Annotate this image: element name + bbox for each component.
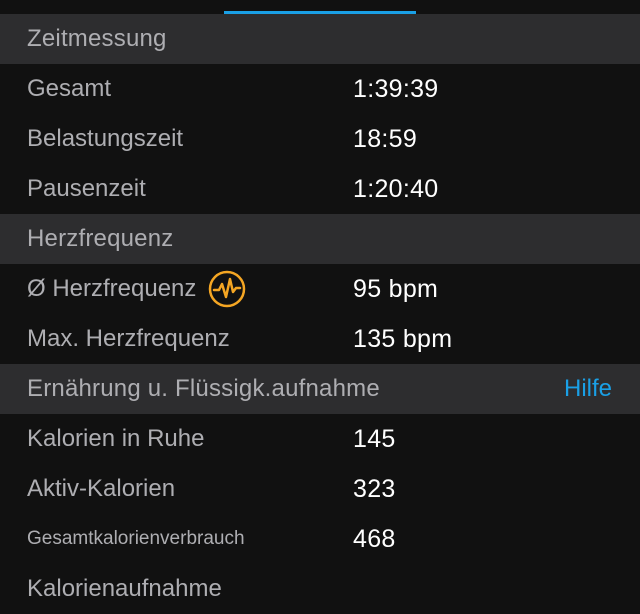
row-gesamtkalorienverbrauch: Gesamtkalorienverbrauch 468 xyxy=(0,514,640,564)
row-value: 18:59 xyxy=(353,124,418,153)
row-aktiv-kalorien: Aktiv-Kalorien 323 xyxy=(0,464,640,514)
section-title: Zeitmessung xyxy=(27,25,167,52)
row-label: Kalorienaufnahme xyxy=(27,575,222,602)
row-label: Gesamtkalorienverbrauch xyxy=(27,528,245,549)
heart-rate-icon[interactable] xyxy=(208,270,246,308)
row-gesamt: Gesamt 1:39:39 xyxy=(0,64,640,114)
row-value: 1:20:40 xyxy=(353,174,439,203)
row-avg-heart-rate[interactable]: Ø Herzfrequenz 95 bpm xyxy=(0,264,640,314)
row-label: Max. Herzfrequenz xyxy=(27,325,230,352)
row-value: 145 xyxy=(353,424,396,453)
row-value: 95 bpm xyxy=(353,274,439,303)
details-list: Zeitmessung Gesamt 1:39:39 Belastungszei… xyxy=(0,14,640,614)
row-max-heart-rate: Max. Herzfrequenz 135 bpm xyxy=(0,314,640,364)
row-value: 468 xyxy=(353,524,396,553)
help-link[interactable]: Hilfe xyxy=(564,375,612,403)
row-label: Pausenzeit xyxy=(27,175,146,202)
row-pausenzeit: Pausenzeit 1:20:40 xyxy=(0,164,640,214)
section-header-ernaehrung: Ernährung u. Flüssigk.aufnahme Hilfe xyxy=(0,364,640,414)
row-kalorienaufnahme: Kalorienaufnahme xyxy=(0,564,640,614)
row-label: Aktiv-Kalorien xyxy=(27,475,176,502)
top-tab-bar xyxy=(0,0,640,15)
row-label: Belastungszeit xyxy=(27,125,184,152)
row-kalorien-in-ruhe: Kalorien in Ruhe 145 xyxy=(0,414,640,464)
section-header-herzfrequenz: Herzfrequenz xyxy=(0,214,640,264)
section-header-zeitmessung: Zeitmessung xyxy=(0,14,640,64)
row-label-wrapper: Ø Herzfrequenz xyxy=(27,270,353,308)
row-value: 323 xyxy=(353,474,396,503)
row-value: 1:39:39 xyxy=(353,74,439,103)
section-title: Herzfrequenz xyxy=(27,225,174,252)
section-title: Ernährung u. Flüssigk.aufnahme xyxy=(27,375,380,402)
row-value: 135 bpm xyxy=(353,324,453,353)
row-belastungszeit: Belastungszeit 18:59 xyxy=(0,114,640,164)
row-label: Gesamt xyxy=(27,75,112,102)
row-label: Kalorien in Ruhe xyxy=(27,425,205,452)
row-label: Ø Herzfrequenz xyxy=(27,275,197,302)
